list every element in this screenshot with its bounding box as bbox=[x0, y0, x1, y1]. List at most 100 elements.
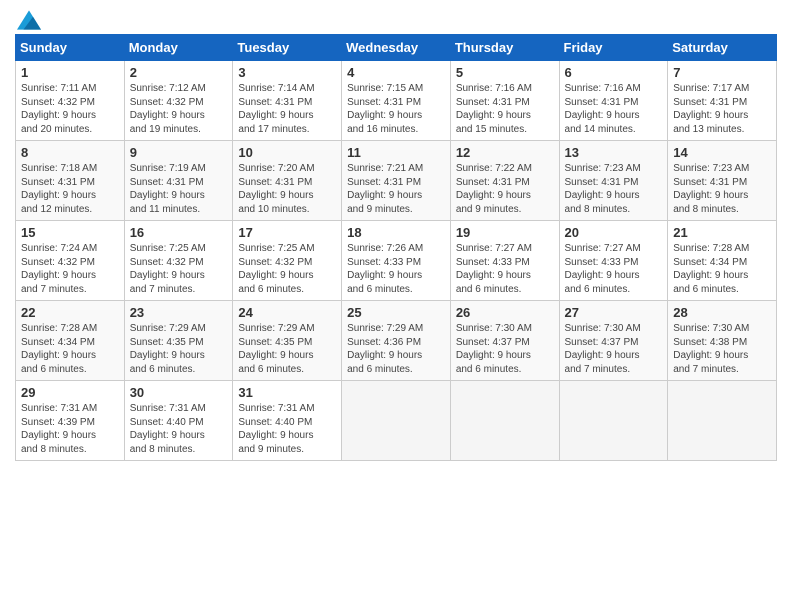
day-number: 20 bbox=[565, 225, 663, 240]
day-number: 16 bbox=[130, 225, 228, 240]
day-info: Sunrise: 7:30 AM Sunset: 4:37 PM Dayligh… bbox=[565, 322, 663, 376]
calendar-cell: 1 Sunrise: 7:11 AM Sunset: 4:32 PM Daylig… bbox=[16, 61, 125, 141]
day-number: 23 bbox=[130, 305, 228, 320]
calendar-week-3: 15 Sunrise: 7:24 AM Sunset: 4:32 PM Dayli… bbox=[16, 221, 777, 301]
day-info: Sunrise: 7:12 AM Sunset: 4:32 PM Dayligh… bbox=[130, 82, 228, 136]
day-info: Sunrise: 7:30 AM Sunset: 4:37 PM Dayligh… bbox=[456, 322, 554, 376]
day-number: 29 bbox=[21, 385, 119, 400]
calendar-cell bbox=[559, 381, 668, 461]
day-number: 30 bbox=[130, 385, 228, 400]
calendar-cell: 9 Sunrise: 7:19 AM Sunset: 4:31 PM Daylig… bbox=[124, 141, 233, 221]
day-info: Sunrise: 7:27 AM Sunset: 4:33 PM Dayligh… bbox=[456, 242, 554, 296]
calendar-cell: 4 Sunrise: 7:15 AM Sunset: 4:31 PM Daylig… bbox=[342, 61, 451, 141]
day-info: Sunrise: 7:26 AM Sunset: 4:33 PM Dayligh… bbox=[347, 242, 445, 296]
day-info: Sunrise: 7:18 AM Sunset: 4:31 PM Dayligh… bbox=[21, 162, 119, 216]
day-info: Sunrise: 7:23 AM Sunset: 4:31 PM Dayligh… bbox=[673, 162, 771, 216]
day-number: 28 bbox=[673, 305, 771, 320]
calendar-cell: 14 Sunrise: 7:23 AM Sunset: 4:31 PM Dayli… bbox=[668, 141, 777, 221]
col-header-thursday: Thursday bbox=[450, 35, 559, 61]
day-number: 24 bbox=[238, 305, 336, 320]
day-number: 17 bbox=[238, 225, 336, 240]
day-number: 14 bbox=[673, 145, 771, 160]
calendar-cell: 8 Sunrise: 7:18 AM Sunset: 4:31 PM Daylig… bbox=[16, 141, 125, 221]
day-info: Sunrise: 7:27 AM Sunset: 4:33 PM Dayligh… bbox=[565, 242, 663, 296]
day-number: 2 bbox=[130, 65, 228, 80]
calendar-cell: 17 Sunrise: 7:25 AM Sunset: 4:32 PM Dayli… bbox=[233, 221, 342, 301]
calendar-cell: 21Sunrise: 7:28 AM Sunset: 4:34 PM Dayli… bbox=[668, 221, 777, 301]
day-info: Sunrise: 7:23 AM Sunset: 4:31 PM Dayligh… bbox=[565, 162, 663, 216]
day-info: Sunrise: 7:25 AM Sunset: 4:32 PM Dayligh… bbox=[130, 242, 228, 296]
calendar-week-1: 1 Sunrise: 7:11 AM Sunset: 4:32 PM Daylig… bbox=[16, 61, 777, 141]
day-number: 10 bbox=[238, 145, 336, 160]
day-info: Sunrise: 7:11 AM Sunset: 4:32 PM Dayligh… bbox=[21, 82, 119, 136]
page-header bbox=[15, 10, 777, 26]
day-number: 31 bbox=[238, 385, 336, 400]
day-info: Sunrise: 7:14 AM Sunset: 4:31 PM Dayligh… bbox=[238, 82, 336, 136]
calendar-cell: 18 Sunrise: 7:26 AM Sunset: 4:33 PM Dayli… bbox=[342, 221, 451, 301]
col-header-wednesday: Wednesday bbox=[342, 35, 451, 61]
day-info: Sunrise: 7:15 AM Sunset: 4:31 PM Dayligh… bbox=[347, 82, 445, 136]
day-number: 19 bbox=[456, 225, 554, 240]
day-number: 12 bbox=[456, 145, 554, 160]
day-number: 5 bbox=[456, 65, 554, 80]
calendar-week-5: 29 Sunrise: 7:31 AM Sunset: 4:39 PM Dayli… bbox=[16, 381, 777, 461]
calendar-cell: 23 Sunrise: 7:29 AM Sunset: 4:35 PM Dayli… bbox=[124, 301, 233, 381]
calendar-cell: 27Sunrise: 7:30 AM Sunset: 4:37 PM Dayli… bbox=[559, 301, 668, 381]
calendar-cell: 29 Sunrise: 7:31 AM Sunset: 4:39 PM Dayli… bbox=[16, 381, 125, 461]
calendar-cell: 22 Sunrise: 7:28 AM Sunset: 4:34 PM Dayli… bbox=[16, 301, 125, 381]
calendar-cell: 26 Sunrise: 7:30 AM Sunset: 4:37 PM Dayli… bbox=[450, 301, 559, 381]
day-info: Sunrise: 7:25 AM Sunset: 4:32 PM Dayligh… bbox=[238, 242, 336, 296]
calendar-week-4: 22 Sunrise: 7:28 AM Sunset: 4:34 PM Dayli… bbox=[16, 301, 777, 381]
calendar-cell bbox=[450, 381, 559, 461]
calendar-table: SundayMondayTuesdayWednesdayThursdayFrid… bbox=[15, 34, 777, 461]
calendar-cell: 31 Sunrise: 7:31 AM Sunset: 4:40 PM Dayli… bbox=[233, 381, 342, 461]
day-number: 15 bbox=[21, 225, 119, 240]
day-info: Sunrise: 7:29 AM Sunset: 4:35 PM Dayligh… bbox=[130, 322, 228, 376]
calendar-cell: 3Sunrise: 7:14 AM Sunset: 4:31 PM Daylig… bbox=[233, 61, 342, 141]
day-info: Sunrise: 7:29 AM Sunset: 4:36 PM Dayligh… bbox=[347, 322, 445, 376]
day-info: Sunrise: 7:21 AM Sunset: 4:31 PM Dayligh… bbox=[347, 162, 445, 216]
day-info: Sunrise: 7:19 AM Sunset: 4:31 PM Dayligh… bbox=[130, 162, 228, 216]
day-number: 6 bbox=[565, 65, 663, 80]
col-header-sunday: Sunday bbox=[16, 35, 125, 61]
calendar-cell bbox=[342, 381, 451, 461]
day-info: Sunrise: 7:17 AM Sunset: 4:31 PM Dayligh… bbox=[673, 82, 771, 136]
day-info: Sunrise: 7:30 AM Sunset: 4:38 PM Dayligh… bbox=[673, 322, 771, 376]
day-info: Sunrise: 7:16 AM Sunset: 4:31 PM Dayligh… bbox=[456, 82, 554, 136]
day-number: 8 bbox=[21, 145, 119, 160]
day-number: 7 bbox=[673, 65, 771, 80]
calendar-cell: 12 Sunrise: 7:22 AM Sunset: 4:31 PM Dayli… bbox=[450, 141, 559, 221]
day-number: 18 bbox=[347, 225, 445, 240]
calendar-cell: 20 Sunrise: 7:27 AM Sunset: 4:33 PM Dayli… bbox=[559, 221, 668, 301]
day-number: 9 bbox=[130, 145, 228, 160]
calendar-week-2: 8 Sunrise: 7:18 AM Sunset: 4:31 PM Daylig… bbox=[16, 141, 777, 221]
calendar-cell: 28 Sunrise: 7:30 AM Sunset: 4:38 PM Dayli… bbox=[668, 301, 777, 381]
day-info: Sunrise: 7:31 AM Sunset: 4:39 PM Dayligh… bbox=[21, 402, 119, 456]
calendar-cell: 2 Sunrise: 7:12 AM Sunset: 4:32 PM Daylig… bbox=[124, 61, 233, 141]
day-info: Sunrise: 7:22 AM Sunset: 4:31 PM Dayligh… bbox=[456, 162, 554, 216]
day-number: 1 bbox=[21, 65, 119, 80]
day-number: 22 bbox=[21, 305, 119, 320]
day-info: Sunrise: 7:24 AM Sunset: 4:32 PM Dayligh… bbox=[21, 242, 119, 296]
logo bbox=[15, 10, 41, 26]
calendar-cell: 5 Sunrise: 7:16 AM Sunset: 4:31 PM Daylig… bbox=[450, 61, 559, 141]
calendar-cell: 13 Sunrise: 7:23 AM Sunset: 4:31 PM Dayli… bbox=[559, 141, 668, 221]
day-info: Sunrise: 7:28 AM Sunset: 4:34 PM Dayligh… bbox=[21, 322, 119, 376]
calendar-cell: 15 Sunrise: 7:24 AM Sunset: 4:32 PM Dayli… bbox=[16, 221, 125, 301]
calendar-cell: 16 Sunrise: 7:25 AM Sunset: 4:32 PM Dayli… bbox=[124, 221, 233, 301]
calendar-cell: 25Sunrise: 7:29 AM Sunset: 4:36 PM Dayli… bbox=[342, 301, 451, 381]
day-number: 26 bbox=[456, 305, 554, 320]
col-header-saturday: Saturday bbox=[668, 35, 777, 61]
calendar-cell: 6Sunrise: 7:16 AM Sunset: 4:31 PM Daylig… bbox=[559, 61, 668, 141]
day-number: 13 bbox=[565, 145, 663, 160]
day-number: 4 bbox=[347, 65, 445, 80]
calendar-cell: 11 Sunrise: 7:21 AM Sunset: 4:31 PM Dayli… bbox=[342, 141, 451, 221]
col-header-monday: Monday bbox=[124, 35, 233, 61]
calendar-cell: 19 Sunrise: 7:27 AM Sunset: 4:33 PM Dayli… bbox=[450, 221, 559, 301]
day-info: Sunrise: 7:31 AM Sunset: 4:40 PM Dayligh… bbox=[238, 402, 336, 456]
logo-icon bbox=[17, 10, 41, 30]
day-number: 11 bbox=[347, 145, 445, 160]
col-header-tuesday: Tuesday bbox=[233, 35, 342, 61]
day-info: Sunrise: 7:29 AM Sunset: 4:35 PM Dayligh… bbox=[238, 322, 336, 376]
day-info: Sunrise: 7:28 AM Sunset: 4:34 PM Dayligh… bbox=[673, 242, 771, 296]
